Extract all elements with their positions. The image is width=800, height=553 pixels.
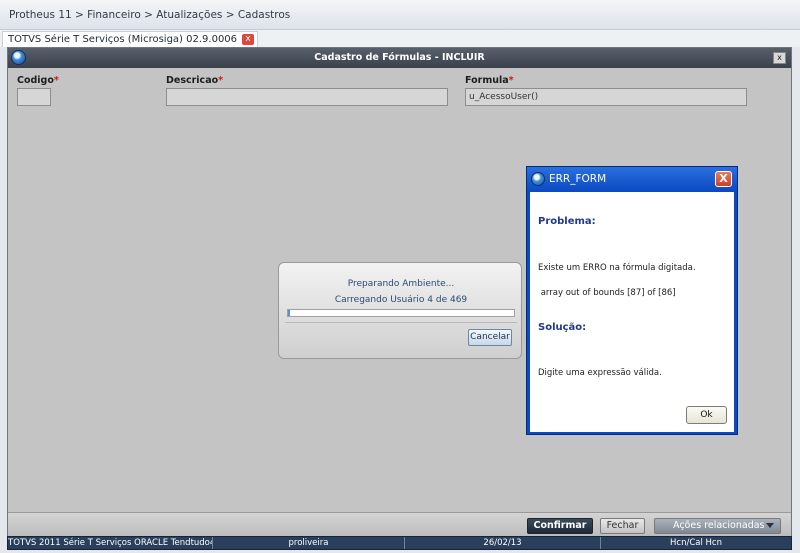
confirm-button[interactable]: Confirmar bbox=[527, 518, 593, 534]
chevron-down-icon bbox=[766, 523, 774, 528]
app-root: Protheus 11 > Financeiro > Atualizações … bbox=[0, 0, 800, 553]
progress-status-text: Preparando Ambiente... bbox=[347, 279, 455, 289]
action-bar: Confirmar Fechar Ações relacionadas bbox=[8, 512, 791, 536]
codigo-input[interactable] bbox=[17, 88, 51, 106]
related-actions-label: Ações relacionadas bbox=[673, 520, 765, 531]
error-dialog-title: ERR_FORM bbox=[549, 173, 607, 185]
descricao-input[interactable] bbox=[166, 88, 448, 106]
formula-input[interactable]: u_AcessoUser() bbox=[465, 88, 747, 106]
close-button[interactable]: Fechar bbox=[600, 518, 645, 534]
status-user: proliveira bbox=[213, 537, 405, 549]
tab-close-icon[interactable]: x bbox=[242, 34, 255, 45]
solution-heading: Solução: bbox=[538, 322, 587, 333]
tab-label: TOTVS Série T Serviços (Microsiga) 02.9.… bbox=[8, 34, 238, 45]
error-dialog: ERR_FORM X Problema: Existe um ERRO na f… bbox=[526, 166, 738, 435]
status-product: TOTVS 2011 Série T Serviços ORACLE Tendt… bbox=[8, 537, 213, 549]
cancel-button[interactable]: Cancelar bbox=[468, 329, 512, 346]
window-close-icon[interactable]: x bbox=[773, 52, 786, 64]
protheus-globe-icon bbox=[531, 172, 545, 186]
error-dialog-titlebar: ERR_FORM X bbox=[527, 167, 737, 192]
progress-bar bbox=[287, 309, 515, 317]
progress-bar-fill bbox=[288, 310, 290, 316]
breadcrumb-bar: Protheus 11 > Financeiro > Atualizações … bbox=[0, 0, 800, 30]
problem-heading: Problema: bbox=[538, 216, 596, 227]
progress-dialog: Preparando Ambiente... Carregando Usuári… bbox=[278, 262, 522, 359]
status-environment: Hcn/Cal Hcn bbox=[670, 538, 722, 548]
window-titlebar: Cadastro de Fórmulas - INCLUIR x bbox=[8, 48, 791, 68]
tab-totvs[interactable]: TOTVS Série T Serviços (Microsiga) 02.9.… bbox=[2, 31, 259, 47]
related-actions-button[interactable]: Ações relacionadas bbox=[654, 518, 781, 534]
error-dialog-body: Problema: Existe um ERRO na fórmula digi… bbox=[530, 192, 734, 432]
window-title: Cadastro de Fórmulas - INCLUIR bbox=[314, 52, 485, 63]
tabs-row: TOTVS Série T Serviços (Microsiga) 02.9.… bbox=[0, 30, 800, 47]
solution-text: Digite uma expressão válida. bbox=[538, 368, 662, 378]
problem-text: Existe um ERRO na fórmula digitada. bbox=[538, 263, 696, 273]
error-dialog-close-icon[interactable]: X bbox=[715, 171, 732, 187]
breadcrumb: Protheus 11 > Financeiro > Atualizações … bbox=[9, 9, 291, 21]
progress-detail-text: Carregando Usuário 4 de 469 bbox=[334, 295, 468, 305]
status-bar: TOTVS 2011 Série T Serviços ORACLE Tendt… bbox=[7, 536, 792, 550]
descricao-label: Descricao* bbox=[166, 75, 224, 86]
problem-detail: array out of bounds [87] of [86] bbox=[538, 288, 676, 298]
codigo-label: Codigo* bbox=[17, 75, 59, 86]
ok-button[interactable]: Ok bbox=[686, 406, 727, 424]
status-date: 26/02/13 bbox=[405, 537, 601, 549]
progress-divider bbox=[285, 322, 517, 323]
formula-label: Formula* bbox=[465, 75, 514, 86]
